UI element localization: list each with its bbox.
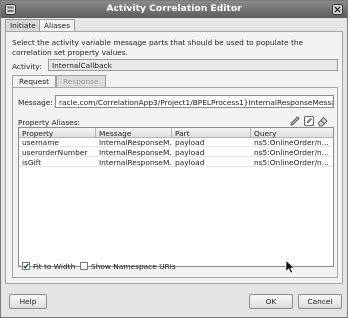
edit-icon[interactable]: [303, 115, 315, 127]
help-button[interactable]: Help: [9, 294, 47, 309]
activity-correlation-editor-dialog: Activity Correlation Editor Initiate Ali…: [0, 0, 348, 318]
cell-message: InternalResponseM...: [99, 138, 171, 147]
cell-part: payload: [175, 138, 205, 147]
subtab-request[interactable]: Request: [12, 75, 57, 87]
cell-property: userorderNumber: [22, 148, 88, 157]
property-aliases-label: Property Aliases:: [18, 118, 81, 127]
activity-label: Activity:: [12, 62, 42, 71]
request-panel: Message: racle.com/CorrelationApp3/Proje…: [12, 87, 338, 278]
cell-query: ns5:OnlineOrder/n...: [254, 158, 329, 167]
tab-initiate[interactable]: Initiate: [5, 19, 41, 31]
table-row[interactable]: username InternalResponseM... payload ns…: [19, 138, 333, 147]
column-header-part[interactable]: Part: [175, 129, 190, 138]
table-row[interactable]: userorderNumber InternalResponseM... pay…: [19, 148, 333, 157]
cell-property: username: [22, 138, 59, 147]
fit-to-width-checkbox[interactable]: [22, 262, 30, 270]
cell-query: ns5:OnlineOrder/n...: [254, 138, 329, 147]
cell-message: InternalResponseM...: [99, 158, 171, 167]
cell-query: ns5:OnlineOrder/n...: [254, 148, 329, 157]
cell-part: payload: [175, 148, 205, 157]
close-icon[interactable]: [332, 4, 343, 15]
column-header-property[interactable]: Property: [22, 129, 53, 138]
property-aliases-table[interactable]: Property Message Part Query username Int…: [18, 127, 334, 267]
eraser-icon[interactable]: [317, 115, 329, 127]
show-namespace-label: Show Namespace URIs: [91, 262, 176, 271]
table-row[interactable]: isGift InternalResponseM... payload ns5:…: [19, 158, 333, 167]
table-header: Property Message Part Query: [19, 128, 333, 138]
message-label: Message:: [18, 98, 53, 107]
cell-property: isGift: [22, 158, 42, 167]
cell-message: InternalResponseM...: [99, 148, 171, 157]
pencil-icon[interactable]: [289, 115, 301, 127]
message-field[interactable]: racle.com/CorrelationApp3/Project1/BPELP…: [55, 95, 334, 108]
cell-part: payload: [175, 158, 205, 167]
title-bar[interactable]: Activity Correlation Editor: [1, 1, 347, 18]
tab-aliases[interactable]: Aliases: [39, 19, 75, 31]
aliases-panel: Select the activity variable message par…: [5, 31, 343, 284]
activity-field: InternalCallback: [48, 59, 338, 71]
subtab-response: Response: [56, 75, 106, 87]
window-title: Activity Correlation Editor: [106, 3, 242, 14]
column-header-query[interactable]: Query: [254, 129, 276, 138]
mouse-cursor-icon: [285, 260, 296, 274]
show-namespace-checkbox[interactable]: [80, 262, 88, 270]
fit-to-width-label: Fit to Width: [33, 262, 76, 271]
ok-button[interactable]: OK: [249, 294, 293, 309]
instructions-text: Select the activity variable message par…: [12, 38, 304, 57]
cancel-button[interactable]: Cancel: [298, 294, 342, 309]
column-header-message[interactable]: Message: [99, 129, 131, 138]
